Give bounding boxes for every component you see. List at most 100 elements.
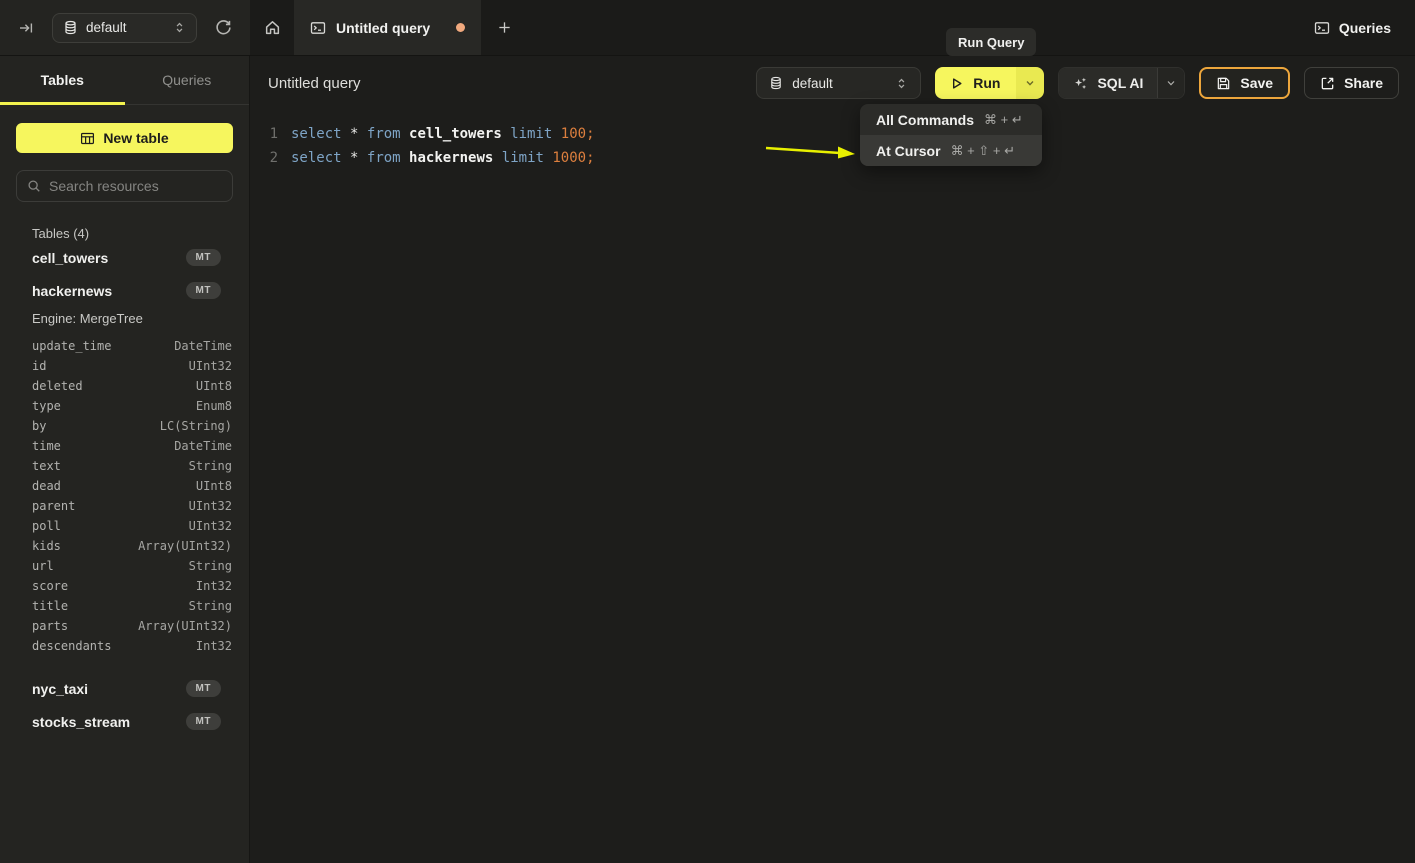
- menu-item-shortcut: ⌘ + ⇧ + ↵: [951, 143, 1015, 159]
- menu-item-label: At Cursor: [876, 143, 941, 159]
- column-name: descendants: [32, 639, 196, 653]
- search-input[interactable]: [49, 178, 230, 194]
- column-name: poll: [32, 519, 189, 533]
- column-row: parentUInt32: [32, 496, 232, 516]
- column-type: UInt32: [189, 519, 232, 533]
- column-type: DateTime: [174, 439, 232, 453]
- top-bar-right: Queries: [1290, 0, 1415, 55]
- refresh-button[interactable]: [211, 15, 236, 40]
- table-name: nyc_taxi: [32, 681, 186, 697]
- column-type: UInt32: [189, 499, 232, 513]
- sql-ai-options-button[interactable]: [1157, 68, 1184, 98]
- code-token-kw: from: [367, 150, 401, 166]
- terminal-icon: [1314, 20, 1330, 36]
- engine-badge: MT: [186, 282, 221, 299]
- column-name: kids: [32, 539, 138, 553]
- queries-button[interactable]: Queries: [1314, 20, 1391, 36]
- table-grid-icon: [80, 131, 95, 146]
- table-row-stocks-stream[interactable]: stocks_stream MT: [32, 705, 233, 738]
- share-button-label: Share: [1344, 75, 1383, 91]
- column-type: UInt8: [196, 379, 232, 393]
- database-icon: [769, 76, 783, 90]
- collapse-sidebar-button[interactable]: [14, 16, 38, 40]
- tables-section-title: Tables (4): [32, 226, 233, 241]
- column-name: parts: [32, 619, 138, 633]
- column-type: String: [189, 559, 232, 573]
- column-row: deletedUInt8: [32, 376, 232, 396]
- toolbar: default Run: [756, 67, 1399, 99]
- code-token-punct: ;: [586, 126, 594, 142]
- sql-ai-button[interactable]: SQL AI: [1059, 68, 1157, 98]
- column-name: by: [32, 419, 160, 433]
- menu-item-all-commands[interactable]: All Commands ⌘ + ↵: [860, 104, 1042, 135]
- search-icon: [27, 179, 41, 193]
- sql-ai-split-button: SQL AI: [1058, 67, 1185, 99]
- column-name: parent: [32, 499, 189, 513]
- database-selector[interactable]: default: [52, 13, 197, 43]
- column-type: Int32: [196, 579, 232, 593]
- column-name: type: [32, 399, 196, 413]
- menu-item-at-cursor[interactable]: At Cursor ⌘ + ⇧ + ↵: [860, 135, 1042, 166]
- sidebar-tabs: Tables Queries: [0, 56, 249, 105]
- top-bar-left: default: [0, 0, 250, 55]
- column-row: descendantsInt32: [32, 636, 232, 656]
- code-line[interactable]: 1select * from cell_towers limit 100;: [268, 122, 1415, 146]
- toolbar-database-selector[interactable]: default: [756, 67, 921, 99]
- code-token-op: *: [350, 150, 358, 166]
- table-row-nyc-taxi[interactable]: nyc_taxi MT: [32, 672, 233, 705]
- column-row: partsArray(UInt32): [32, 616, 232, 636]
- top-bar: default: [0, 0, 1415, 56]
- home-button[interactable]: [250, 0, 294, 55]
- new-table-button[interactable]: New table: [16, 123, 233, 153]
- column-row: update_timeDateTime: [32, 336, 232, 356]
- share-button[interactable]: Share: [1304, 67, 1399, 99]
- table-row-cell-towers[interactable]: cell_towers MT: [32, 241, 233, 274]
- save-button[interactable]: Save: [1199, 67, 1290, 99]
- code-token-kw: limit: [510, 126, 552, 142]
- run-query-tooltip: Run Query: [946, 28, 1036, 56]
- column-row: timeDateTime: [32, 436, 232, 456]
- column-type: DateTime: [174, 339, 232, 353]
- tab-untitled-query[interactable]: Untitled query: [294, 0, 481, 55]
- table-engine-label: Engine: MergeTree: [32, 311, 233, 326]
- sidebar-body: New table Tables (4) cell_towers MT hack…: [0, 105, 249, 738]
- column-row: typeEnum8: [32, 396, 232, 416]
- run-button[interactable]: Run: [935, 67, 1016, 99]
- chevron-updown-icon: [895, 77, 908, 90]
- run-options-button[interactable]: [1016, 67, 1044, 99]
- plus-icon: [497, 20, 512, 35]
- table-name: cell_towers: [32, 250, 186, 266]
- new-tab-button[interactable]: [481, 0, 527, 55]
- sql-editor[interactable]: 1select * from cell_towers limit 100;2se…: [250, 110, 1415, 170]
- sidebar-tab-queries[interactable]: Queries: [125, 56, 250, 104]
- column-row: pollUInt32: [32, 516, 232, 536]
- column-type: LC(String): [160, 419, 232, 433]
- main-header: Untitled query default: [250, 56, 1415, 110]
- new-table-label: New table: [103, 130, 168, 146]
- save-icon: [1216, 76, 1231, 91]
- toolbar-database-value: default: [792, 76, 886, 91]
- menu-item-label: All Commands: [876, 112, 974, 128]
- table-row-hackernews[interactable]: hackernews MT: [32, 274, 233, 307]
- code-line[interactable]: 2select * from hackernews limit 1000;: [268, 146, 1415, 170]
- tab-label: Untitled query: [336, 20, 446, 36]
- sidebar-tab-tables[interactable]: Tables: [0, 56, 125, 104]
- columns-list: update_timeDateTimeidUInt32deletedUInt8t…: [32, 336, 232, 656]
- column-row: idUInt32: [32, 356, 232, 376]
- code-token-op: *: [350, 126, 358, 142]
- column-name: update_time: [32, 339, 174, 353]
- table-name: hackernews: [32, 283, 186, 299]
- column-row: urlString: [32, 556, 232, 576]
- column-name: url: [32, 559, 189, 573]
- code-token-tbl: cell_towers: [409, 126, 502, 142]
- line-number: 2: [268, 150, 278, 166]
- sidebar: Tables Queries New table Tables (4): [0, 56, 250, 863]
- column-row: byLC(String): [32, 416, 232, 436]
- queries-button-label: Queries: [1339, 20, 1391, 36]
- code-token-num: 1000: [552, 150, 586, 166]
- menu-item-shortcut: ⌘ + ↵: [984, 112, 1023, 128]
- code-token-kw: limit: [502, 150, 544, 166]
- chevron-down-icon: [1165, 77, 1177, 89]
- column-row: textString: [32, 456, 232, 476]
- home-icon: [264, 19, 281, 36]
